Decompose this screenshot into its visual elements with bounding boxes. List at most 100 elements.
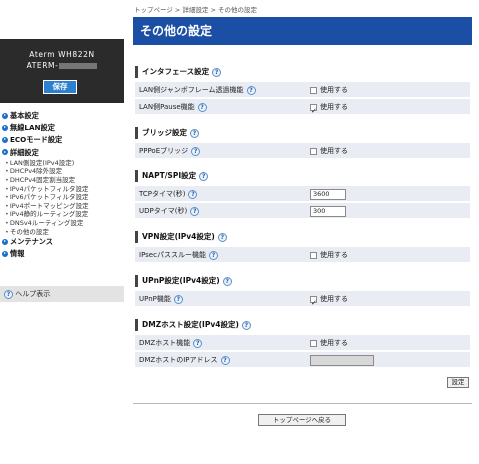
row-control: 使用する bbox=[310, 99, 348, 119]
breadcrumb[interactable]: トップページ > 詳細設定 > その他の設定 bbox=[134, 4, 257, 14]
sidebar-nav: 基本設定 無線LAN設定 ECOモード設定 詳細設定 LAN側設定(IPv4設定… bbox=[0, 110, 124, 260]
help-icon: ? bbox=[4, 289, 13, 299]
label-text: TCPタイマ(秒) bbox=[139, 190, 186, 198]
sidebar: Aterm WH822N ATERM- 保存 基本設定 無線LAN設定 ECOモ… bbox=[0, 0, 124, 464]
row-label: PPPoEブリッジ? bbox=[139, 143, 201, 159]
nav-sub-ipv4-static-route[interactable]: IPv4静的ルーティング設定 bbox=[0, 210, 124, 219]
help-icon[interactable]: ? bbox=[212, 67, 222, 77]
dmz-checkbox[interactable] bbox=[310, 339, 317, 347]
section-title-text: UPnP設定(IPv4設定) bbox=[142, 276, 220, 285]
ipsec-passthrough-checkbox[interactable] bbox=[310, 251, 317, 259]
help-icon[interactable]: ? bbox=[246, 85, 256, 95]
label-text: DMZホストのIPアドレス bbox=[139, 356, 218, 364]
section-title: ブリッジ設定? bbox=[135, 127, 335, 139]
lan-jumbo-checkbox[interactable] bbox=[310, 86, 317, 94]
dmz-ip-input[interactable] bbox=[310, 354, 374, 366]
label-text: UDPタイマ(秒) bbox=[139, 207, 188, 215]
help-icon[interactable]: ? bbox=[222, 276, 232, 286]
row-control: 使用する bbox=[310, 82, 348, 98]
help-icon[interactable]: ? bbox=[199, 171, 209, 181]
help-icon[interactable]: ? bbox=[190, 128, 199, 138]
arrow-icon bbox=[2, 238, 8, 245]
help-label: ヘルプ表示 bbox=[15, 290, 51, 298]
nav-sub-ipv6-filter[interactable]: IPv6パケットフィルタ設定 bbox=[0, 193, 124, 202]
divider bbox=[133, 403, 472, 404]
hostname-redacted bbox=[59, 63, 98, 69]
section-title: インタフェース設定? bbox=[135, 66, 335, 78]
row-ipsec-passthrough: IPsecパススルー機能? 使用する bbox=[135, 247, 470, 263]
help-icon[interactable]: ? bbox=[173, 294, 183, 304]
label-text: DMZホスト機能 bbox=[139, 339, 191, 347]
nav-sub-dhcpv4-fixed[interactable]: DHCPv4固定割当設定 bbox=[0, 176, 124, 185]
hostname-prefix: ATERM- bbox=[26, 61, 59, 70]
row-label: DMZホストのIPアドレス? bbox=[139, 352, 230, 368]
help-icon[interactable]: ? bbox=[208, 250, 218, 260]
row-label: TCPタイマ(秒)? bbox=[139, 186, 198, 202]
lan-pause-checkbox[interactable] bbox=[310, 103, 317, 119]
row-label: LAN側Pause機能? bbox=[139, 99, 207, 115]
pppoe-bridge-checkbox[interactable] bbox=[310, 147, 317, 155]
nav-label: 無線LAN設定 bbox=[10, 123, 55, 133]
help-icon[interactable]: ? bbox=[188, 189, 198, 199]
help-icon[interactable]: ? bbox=[217, 232, 227, 242]
nav-label: 基本設定 bbox=[10, 111, 39, 120]
row-label: IPsecパススルー機能? bbox=[139, 247, 218, 263]
nav-sub-dnsv4-route[interactable]: DNSv4ルーティング設定 bbox=[0, 219, 124, 228]
row-label: DMZホスト機能? bbox=[139, 335, 203, 351]
row-control bbox=[310, 352, 374, 368]
upnp-checkbox[interactable] bbox=[310, 295, 317, 311]
device-model: Aterm WH822N bbox=[29, 50, 95, 59]
nav-detail-settings[interactable]: 詳細設定 bbox=[0, 147, 124, 159]
section-title-text: NAPT/SPI設定 bbox=[142, 171, 197, 180]
help-icon[interactable]: ? bbox=[241, 320, 251, 330]
nav-label: ECOモード設定 bbox=[10, 135, 63, 145]
row-control: 3600 bbox=[310, 186, 346, 202]
nav-wireless-lan[interactable]: 無線LAN設定 bbox=[0, 122, 124, 134]
checkbox-label: 使用する bbox=[320, 103, 348, 111]
section-title-text: DMZホスト設定(IPv4設定) bbox=[142, 320, 239, 329]
row-dmz-ip: DMZホストのIPアドレス? bbox=[135, 352, 470, 368]
nav-label: メンテナンス bbox=[10, 237, 53, 247]
nav-label: 情報 bbox=[10, 249, 25, 259]
nav-sub-dhcpv4-exclude[interactable]: DHCPv4除外設定 bbox=[0, 167, 124, 176]
nav-info[interactable]: 情報 bbox=[0, 248, 124, 260]
help-link[interactable]: ? ヘルプ表示 bbox=[0, 286, 124, 302]
nav-maintenance[interactable]: メンテナンス bbox=[0, 236, 124, 248]
help-icon[interactable]: ? bbox=[193, 338, 203, 348]
arrow-icon bbox=[2, 136, 8, 143]
help-icon[interactable]: ? bbox=[197, 102, 207, 112]
section-title: UPnP設定(IPv4設定)? bbox=[135, 275, 335, 287]
row-control: 使用する bbox=[310, 143, 348, 159]
nav-sub-other-settings[interactable]: その他の設定 bbox=[0, 228, 124, 237]
row-control: 使用する bbox=[310, 335, 348, 351]
row-pppoe-bridge: PPPoEブリッジ? 使用する bbox=[135, 143, 470, 159]
arrow-icon bbox=[2, 124, 8, 131]
checkbox-label: 使用する bbox=[320, 251, 348, 259]
save-button[interactable]: 保存 bbox=[43, 80, 77, 94]
section-title: VPN設定(IPv4設定)? bbox=[135, 231, 335, 243]
help-icon[interactable]: ? bbox=[191, 146, 201, 156]
row-tcp-timer: TCPタイマ(秒)? 3600 bbox=[135, 186, 470, 202]
checkbox-label: 使用する bbox=[320, 86, 348, 94]
help-icon[interactable]: ? bbox=[220, 355, 230, 365]
tcp-timer-input[interactable]: 3600 bbox=[310, 188, 346, 200]
section-title: DMZホスト設定(IPv4設定)? bbox=[135, 319, 335, 331]
row-label: UPnP機能? bbox=[139, 291, 183, 307]
page-title: その他の設定 bbox=[133, 17, 472, 45]
row-udp-timer: UDPタイマ(秒)? 300 bbox=[135, 203, 470, 219]
udp-timer-input[interactable]: 300 bbox=[310, 205, 346, 217]
help-icon[interactable]: ? bbox=[190, 206, 200, 216]
nav-eco-mode[interactable]: ECOモード設定 bbox=[0, 134, 124, 146]
nav-basic-settings[interactable]: 基本設定 bbox=[0, 110, 124, 122]
arrow-icon bbox=[2, 112, 8, 119]
label-text: UPnP機能 bbox=[139, 295, 171, 303]
brand-panel: Aterm WH822N ATERM- 保存 bbox=[0, 39, 124, 103]
back-to-top-button[interactable]: トップページへ戻る bbox=[258, 414, 346, 426]
checkbox-label: 使用する bbox=[320, 339, 348, 347]
label-text: LAN側Pause機能 bbox=[139, 103, 195, 111]
nav-sub-ipv4-filter[interactable]: IPv4パケットフィルタ設定 bbox=[0, 185, 124, 194]
section-title-text: インタフェース設定 bbox=[142, 67, 210, 76]
section-title: NAPT/SPI設定? bbox=[135, 170, 335, 182]
label-text: IPsecパススルー機能 bbox=[139, 251, 206, 259]
set-button[interactable]: 設定 bbox=[447, 377, 469, 388]
